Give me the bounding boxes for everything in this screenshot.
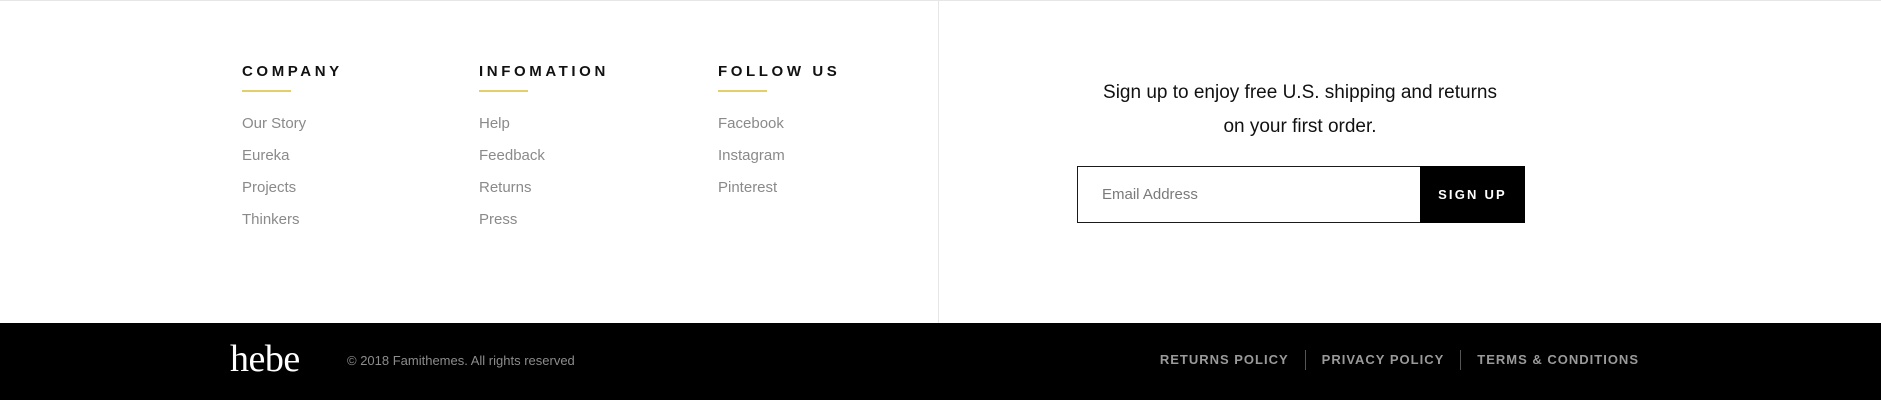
terms-conditions-link[interactable]: TERMS & CONDITIONS: [1477, 352, 1639, 368]
footer-top: COMPANY Our Story Eureka Projects Thinke…: [0, 1, 1881, 323]
signup-message: Sign up to enjoy free U.S. shipping and …: [1040, 76, 1560, 144]
signup-message-line-2: on your first order.: [1223, 116, 1377, 137]
link-facebook[interactable]: Facebook: [718, 115, 840, 147]
policy-links: RETURNS POLICY PRIVACY POLICY TERMS & CO…: [1160, 350, 1639, 370]
information-link-list: Help Feedback Returns Press: [479, 115, 609, 243]
link-eureka[interactable]: Eureka: [242, 147, 343, 179]
company-heading: COMPANY: [242, 63, 343, 80]
information-heading: INFOMATION: [479, 63, 609, 80]
information-column: INFOMATION Help Feedback Returns Press: [479, 63, 609, 243]
link-projects[interactable]: Projects: [242, 179, 343, 211]
follow-link-list: Facebook Instagram Pinterest: [718, 115, 840, 211]
link-our-story[interactable]: Our Story: [242, 115, 343, 147]
follow-heading: FOLLOW US: [718, 63, 841, 80]
hebe-logo[interactable]: hebe: [230, 337, 300, 381]
policy-separator: [1460, 350, 1462, 370]
email-input[interactable]: [1077, 166, 1421, 223]
link-pinterest[interactable]: Pinterest: [718, 179, 840, 211]
link-returns[interactable]: Returns: [479, 179, 609, 211]
page: COMPANY Our Story Eureka Projects Thinke…: [0, 0, 1881, 400]
link-press[interactable]: Press: [479, 211, 609, 243]
link-thinkers[interactable]: Thinkers: [242, 211, 343, 243]
follow-column: FOLLOW US Facebook Instagram Pinterest: [718, 63, 840, 211]
vertical-divider: [938, 1, 939, 323]
signup-message-line-1: Sign up to enjoy free U.S. shipping and …: [1103, 82, 1497, 103]
company-heading-underline: [242, 90, 291, 92]
company-column: COMPANY Our Story Eureka Projects Thinke…: [242, 63, 343, 243]
returns-policy-link[interactable]: RETURNS POLICY: [1160, 352, 1289, 368]
footer-bottom-bar: hebe © 2018 Famithemes. All rights reser…: [0, 323, 1881, 400]
copyright-text: © 2018 Famithemes. All rights reserved: [347, 353, 575, 368]
privacy-policy-link[interactable]: PRIVACY POLICY: [1322, 352, 1445, 368]
company-link-list: Our Story Eureka Projects Thinkers: [242, 115, 343, 243]
information-heading-underline: [479, 90, 528, 92]
policy-separator: [1304, 350, 1306, 370]
link-feedback[interactable]: Feedback: [479, 147, 609, 179]
follow-heading-underline: [718, 90, 767, 92]
link-instagram[interactable]: Instagram: [718, 147, 840, 179]
link-help[interactable]: Help: [479, 115, 609, 147]
signup-button[interactable]: SIGN UP: [1420, 166, 1525, 223]
signup-form: SIGN UP: [1077, 166, 1525, 223]
